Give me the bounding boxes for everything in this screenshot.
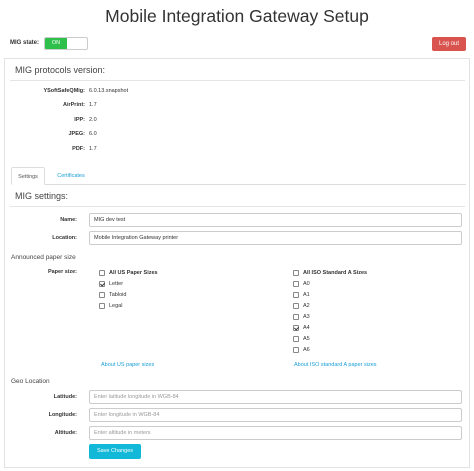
protocol-value: 1.7 <box>89 102 97 108</box>
checkbox-icon[interactable] <box>293 281 299 287</box>
checkbox-icon[interactable] <box>293 325 299 331</box>
save-changes-button[interactable]: Save Changes <box>89 444 141 459</box>
checkbox-label: A5 <box>303 336 310 342</box>
divider <box>10 80 465 81</box>
tab-bar: Settings Certificates <box>11 167 466 185</box>
checkbox-all-us[interactable]: All US Paper Sizes <box>99 270 158 279</box>
latitude-input[interactable] <box>89 390 462 404</box>
tab-certificates[interactable]: Certificates <box>49 167 93 185</box>
geo-location-heading: Geo Location <box>11 378 50 385</box>
checkbox-icon[interactable] <box>99 270 105 276</box>
protocol-label: JPEG: <box>68 131 85 137</box>
name-input[interactable] <box>89 213 462 227</box>
checkbox-icon[interactable] <box>293 336 299 342</box>
checkbox-label: A0 <box>303 281 310 287</box>
protocol-value: 6.0 <box>89 131 97 137</box>
mig-settings-heading: MIG settings: <box>15 191 69 201</box>
mig-state-toggle[interactable]: ON <box>44 37 88 50</box>
checkbox-label: Legal <box>109 303 123 309</box>
longitude-input[interactable] <box>89 408 462 422</box>
checkbox-label: A2 <box>303 303 310 309</box>
protocol-row: AirPrint: 1.7 <box>5 102 305 112</box>
checkbox-tabloid[interactable]: Tabloid <box>99 292 126 301</box>
altitude-input[interactable] <box>89 426 462 440</box>
checkbox-label: Tabloid <box>109 292 127 298</box>
protocol-row: IPP: 2.0 <box>5 117 305 127</box>
checkbox-label: All ISO Standard A Sizes <box>303 270 368 276</box>
checkbox-a0[interactable]: A0 <box>293 281 310 290</box>
checkbox-icon[interactable] <box>99 303 105 309</box>
altitude-label: Altitude: <box>54 430 77 436</box>
name-label: Name: <box>60 217 77 223</box>
about-iso-paper-link[interactable]: About ISO standard A paper sizes <box>294 362 377 368</box>
checkbox-icon[interactable] <box>293 270 299 276</box>
checkbox-a4[interactable]: A4 <box>293 325 310 334</box>
checkbox-a2[interactable]: A2 <box>293 303 310 312</box>
checkbox-all-iso[interactable]: All ISO Standard A Sizes <box>293 270 367 279</box>
checkbox-label: A1 <box>303 292 310 298</box>
latitude-label: Latitude: <box>53 394 77 400</box>
page-title: Mobile Integration Gateway Setup <box>105 6 369 26</box>
checkbox-icon[interactable] <box>99 281 105 287</box>
checkbox-label: Letter <box>109 281 124 287</box>
checkbox-icon[interactable] <box>293 347 299 353</box>
protocol-row: JPEG: 6.0 <box>5 131 305 141</box>
checkbox-label: A4 <box>303 325 310 331</box>
paper-size-heading: Announced paper size <box>11 254 76 261</box>
protocol-value: 1.7 <box>89 146 97 152</box>
checkbox-legal[interactable]: Legal <box>99 303 122 312</box>
longitude-label: Longitude: <box>48 412 77 418</box>
protocol-label: PDF: <box>72 146 85 152</box>
checkbox-a3[interactable]: A3 <box>293 314 310 323</box>
toggle-on-label: ON <box>45 38 67 49</box>
tab-settings[interactable]: Settings <box>11 167 45 185</box>
checkbox-a1[interactable]: A1 <box>293 292 310 301</box>
checkbox-letter[interactable]: Letter <box>99 281 123 290</box>
checkbox-label: All US Paper Sizes <box>109 270 158 276</box>
protocols-heading: MIG protocols version: <box>15 65 106 75</box>
protocol-value: 6.0.13.snapshot <box>89 88 129 94</box>
divider <box>10 206 465 207</box>
location-label: Location: <box>52 235 77 241</box>
protocol-row: PDF: 1.7 <box>5 146 305 156</box>
protocol-value: 2.0 <box>89 117 97 123</box>
protocol-row: YSoftSafeQMig: 6.0.13.snapshot <box>5 88 305 98</box>
checkbox-icon[interactable] <box>293 314 299 320</box>
checkbox-a6[interactable]: A6 <box>293 347 310 356</box>
paper-size-label: Paper size: <box>47 269 77 275</box>
protocol-label: IPP: <box>74 117 85 123</box>
checkbox-label: A6 <box>303 347 310 353</box>
location-input[interactable] <box>89 231 462 245</box>
protocol-label: AirPrint: <box>63 102 85 108</box>
about-us-paper-link[interactable]: About US paper sizes <box>101 362 154 368</box>
checkbox-icon[interactable] <box>99 292 105 298</box>
checkbox-a5[interactable]: A5 <box>293 336 310 345</box>
top-bar: MIG state: ON Log out <box>4 33 470 55</box>
logout-button[interactable]: Log out <box>432 37 466 51</box>
protocol-label: YSoftSafeQMig: <box>43 88 85 94</box>
mig-state-label: MIG state: <box>10 40 40 46</box>
checkbox-icon[interactable] <box>293 292 299 298</box>
settings-panel: MIG protocols version: YSoftSafeQMig: 6.… <box>4 58 470 468</box>
checkbox-label: A3 <box>303 314 310 320</box>
checkbox-icon[interactable] <box>293 303 299 309</box>
